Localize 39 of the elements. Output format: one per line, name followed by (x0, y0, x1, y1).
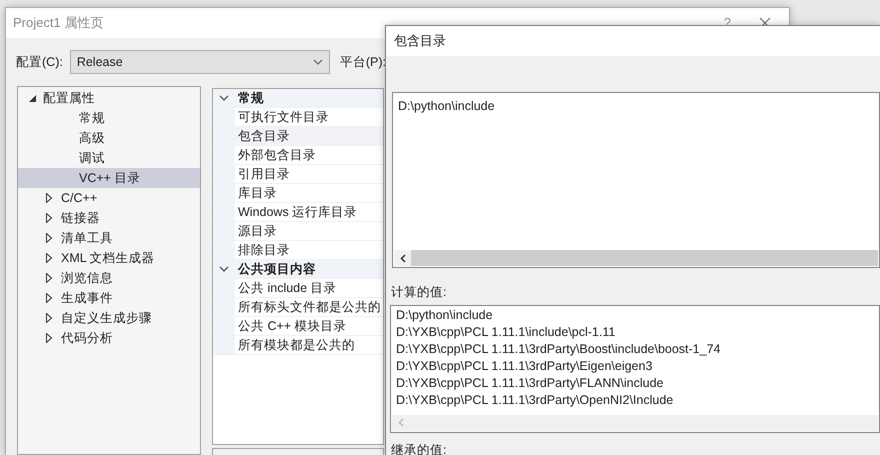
property-row[interactable]: 所有模块都是公共的 (213, 336, 383, 355)
edit-field[interactable]: D:\python\include (392, 92, 880, 268)
tree-item[interactable]: 链接器 (18, 208, 200, 228)
property-row[interactable]: 库目录 (213, 184, 383, 203)
edit-line: D:\python\include (397, 98, 496, 115)
tree-item[interactable]: 生成事件 (18, 288, 200, 308)
tree-item[interactable]: 清单工具 (18, 228, 200, 248)
config-dropdown[interactable]: Release (70, 50, 330, 74)
computed-path: D:\YXB\cpp\PCL 1.11.1\3rdParty\FLANN\include (395, 374, 664, 392)
computed-path: D:\YXB\cpp\PCL 1.11.1\3rdParty\Boost\include\boost-1_74 (395, 340, 722, 358)
property-row[interactable]: 外部包含目录 (213, 146, 383, 165)
tree-item[interactable]: 浏览信息 (18, 268, 200, 288)
tree-item[interactable]: 配置属性 (18, 88, 200, 108)
tree-item[interactable]: VC++ 目录 (18, 168, 200, 188)
computed-path: D:\python\include (395, 306, 494, 324)
tree-item[interactable]: XML 文档生成器 (18, 248, 200, 268)
window-title: Project1 属性页 (12, 14, 104, 32)
computed-path: D:\YXB\cpp\PCL 1.11.1\include\pcl-1.11 (395, 324, 616, 341)
config-label: 配置(C): (16, 54, 63, 71)
property-row[interactable]: 所有标头文件都是公共的 (213, 298, 383, 317)
computed-path: D:\YXB\cpp\PCL 1.11.1\3rdParty\OpenNI2\Include (395, 392, 674, 409)
property-row[interactable]: Windows 运行库目录 (213, 203, 383, 222)
computed-path: D:\YXB\cpp\PCL 1.11.1\3rdParty\Eigen\eigen3 (395, 358, 654, 375)
tree-item[interactable]: 代码分析 (18, 328, 200, 348)
platform-label: 平台(P): (340, 54, 386, 71)
computed-label: 计算的值: (390, 284, 448, 301)
tree-item[interactable]: 调试 (18, 148, 200, 168)
property-row[interactable]: 公共 include 目录 (213, 279, 383, 298)
property-row[interactable]: 源目录 (213, 222, 383, 241)
tree-item[interactable]: 常规 (18, 108, 200, 128)
group-header[interactable]: 常规 (213, 89, 383, 108)
group-header[interactable]: 公共项目内容 (213, 260, 383, 279)
dialog-title: 包含目录 (393, 32, 446, 50)
property-row[interactable]: 引用目录 (213, 165, 383, 184)
tree-item[interactable]: C/C++ (18, 188, 200, 208)
tree-item[interactable]: 自定义生成步骤 (18, 308, 200, 328)
property-row[interactable]: 公共 C++ 模块目录 (213, 317, 383, 336)
tree-item[interactable]: 高级 (18, 128, 200, 148)
property-row[interactable]: 包含目录 (213, 127, 383, 146)
